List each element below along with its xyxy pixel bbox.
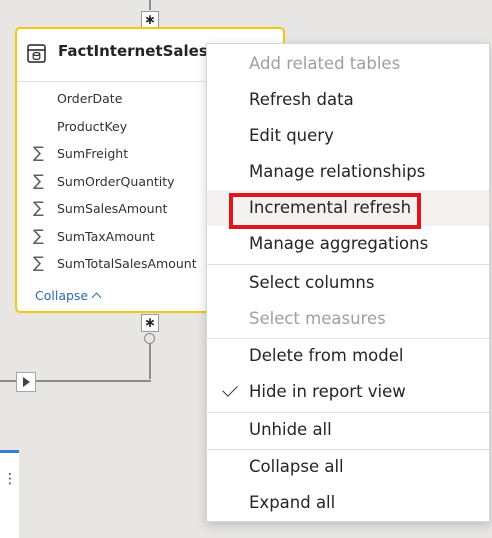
- field-name: ProductKey: [57, 118, 128, 134]
- sigma-icon: ∑: [33, 143, 44, 162]
- menu-item-label: Select measures: [249, 309, 386, 328]
- table-icon: [27, 44, 46, 63]
- menu-item-label: Collapse all: [249, 457, 344, 476]
- menu-item-delete-from-model[interactable]: Delete from model: [207, 338, 489, 374]
- field-name: OrderDate: [57, 91, 123, 106]
- menu-item-collapse-all[interactable]: Collapse all: [207, 449, 489, 485]
- relationship-line-top[interactable]: [149, 0, 151, 10]
- collapse-link[interactable]: Collapse: [35, 288, 102, 303]
- field-name: SumTaxAmount: [57, 228, 155, 244]
- cardinality-many-icon: ∗: [141, 314, 159, 332]
- table-card-partial[interactable]: ⋮: [0, 450, 19, 538]
- field-name: SumSalesAmount: [57, 201, 168, 216]
- menu-item-label: Manage aggregations: [249, 234, 429, 253]
- menu-item-label: Add related tables: [249, 54, 401, 73]
- menu-item-label: Unhide all: [249, 420, 332, 439]
- context-menu: Add related tables Refresh data Edit que…: [206, 43, 490, 522]
- field-name: SumOrderQuantity: [57, 173, 175, 189]
- menu-item-refresh-data[interactable]: Refresh data: [207, 82, 489, 118]
- menu-item-unhide-all[interactable]: Unhide all: [207, 412, 489, 448]
- menu-item-incremental-refresh[interactable]: Incremental refresh: [207, 190, 489, 229]
- highlight-annotation-box: [229, 193, 421, 229]
- menu-item-label: Select columns: [249, 273, 375, 292]
- menu-item-add-related-tables[interactable]: Add related tables: [207, 46, 489, 82]
- menu-item-label: Expand all: [249, 493, 336, 512]
- menu-item-select-columns[interactable]: Select columns: [207, 265, 489, 301]
- menu-item-label: Delete from model: [249, 346, 404, 365]
- sigma-icon: ∑: [33, 225, 44, 245]
- filter-direction-arrow-icon[interactable]: [16, 372, 36, 392]
- chevron-up-icon: [91, 292, 102, 303]
- menu-item-label: Edit query: [249, 126, 334, 145]
- menu-item-label: Refresh data: [249, 90, 354, 109]
- relationship-line-vertical[interactable]: [149, 343, 151, 379]
- menu-item-expand-all[interactable]: Expand all: [207, 485, 489, 521]
- checkmark-icon: [222, 381, 238, 397]
- menu-item-label: Manage relationships: [249, 162, 426, 181]
- collapse-label: Collapse: [35, 288, 89, 303]
- more-options-icon[interactable]: ⋮: [3, 472, 17, 486]
- field-name: SumFreight: [57, 146, 129, 161]
- field-name: SumTotalSalesAmount: [57, 256, 197, 271]
- menu-item-manage-aggregations[interactable]: Manage aggregations: [207, 226, 489, 262]
- sigma-icon: ∑: [33, 170, 44, 190]
- menu-item-manage-relationships[interactable]: Manage relationships: [207, 154, 489, 190]
- sigma-icon: ∑: [33, 198, 44, 217]
- model-canvas[interactable]: ∗ FactInternetSales_agg OrderDate Produc…: [0, 0, 492, 538]
- menu-item-edit-query[interactable]: Edit query: [207, 118, 489, 154]
- menu-item-label: Hide in report view: [249, 382, 406, 401]
- sigma-icon: ∑: [33, 253, 44, 272]
- menu-item-hide-in-report-view[interactable]: Hide in report view: [207, 374, 489, 410]
- menu-item-select-measures[interactable]: Select measures: [207, 301, 489, 337]
